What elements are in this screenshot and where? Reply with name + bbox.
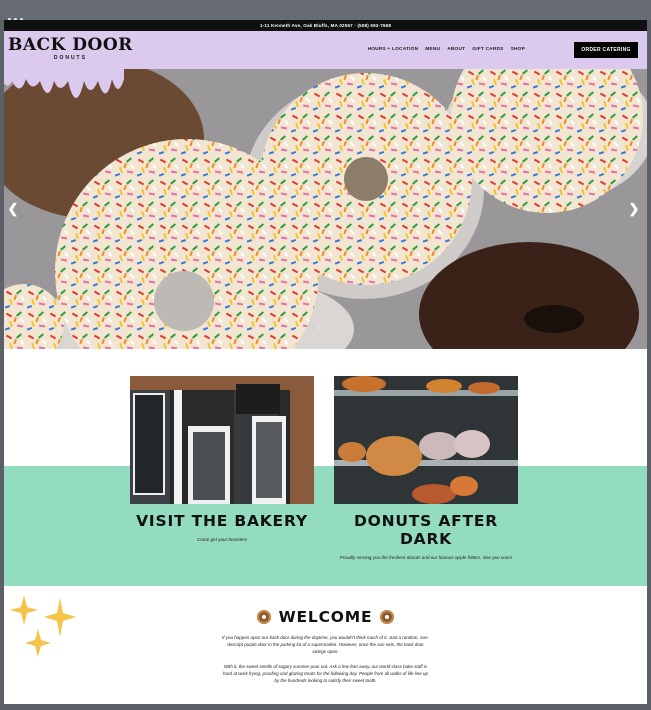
mint-band xyxy=(4,466,647,586)
logo[interactable]: BACK DOOR DONUTS xyxy=(8,35,133,62)
donut-icon xyxy=(256,610,271,624)
nav-shop[interactable]: SHOP xyxy=(511,47,525,52)
main-nav: HOURS + LOCATION MENU ABOUT GIFT CARDS S… xyxy=(368,47,525,52)
welcome-section: WELCOME If you happen upon our back door… xyxy=(4,608,647,684)
donut-icon xyxy=(380,610,395,624)
card-title: DONUTS AFTER DARK xyxy=(353,512,498,548)
logo-name: BACK DOOR xyxy=(8,35,133,55)
card-visit-bakery: VISIT THE BAKERY Come get your favorites… xyxy=(130,376,314,543)
welcome-paragraph: With it, the sweet smells of sugary summ… xyxy=(222,664,429,683)
address-bar: 1-11 Kenneth Ave, Oak Bluffs, MA 02557 ·… xyxy=(4,20,647,31)
card-donuts-after-dark: DONUTS AFTER DARK Proudly serving you th… xyxy=(334,376,518,561)
nav-menu[interactable]: MENU xyxy=(425,47,440,52)
welcome-title: WELCOME xyxy=(278,608,373,626)
card-text: Proudly serving you the freshest donuts … xyxy=(339,555,513,560)
page: 1-11 Kenneth Ave, Oak Bluffs, MA 02557 ·… xyxy=(4,20,647,704)
card-text: Come get your favorites! xyxy=(196,537,248,542)
nav-hours[interactable]: HOURS + LOCATION xyxy=(368,47,419,52)
order-catering-button[interactable]: ORDER CATERING xyxy=(574,42,638,58)
nav-about[interactable]: ABOUT xyxy=(447,47,465,52)
nav-gift-cards[interactable]: GIFT CARDS xyxy=(472,47,503,52)
chevron-left-icon[interactable]: ❮ xyxy=(6,201,20,217)
browser-chrome xyxy=(0,0,651,21)
site-header: BACK DOOR DONUTS HOURS + LOCATION MENU A… xyxy=(4,31,647,69)
hero-image xyxy=(4,69,647,349)
hero-slideshow[interactable]: ❮ ❯ ▷ xyxy=(4,69,647,349)
welcome-paragraph: If you happen upon our back door during … xyxy=(222,635,429,654)
welcome-heading: WELCOME xyxy=(4,608,647,626)
card-title: VISIT THE BAKERY xyxy=(136,512,308,530)
chevron-right-icon[interactable]: ❯ xyxy=(627,201,641,217)
donut-rack-image[interactable] xyxy=(334,376,518,504)
play-icon[interactable]: ▷ xyxy=(318,323,324,332)
bakery-image[interactable] xyxy=(130,376,314,504)
logo-sub: DONUTS xyxy=(53,55,87,61)
